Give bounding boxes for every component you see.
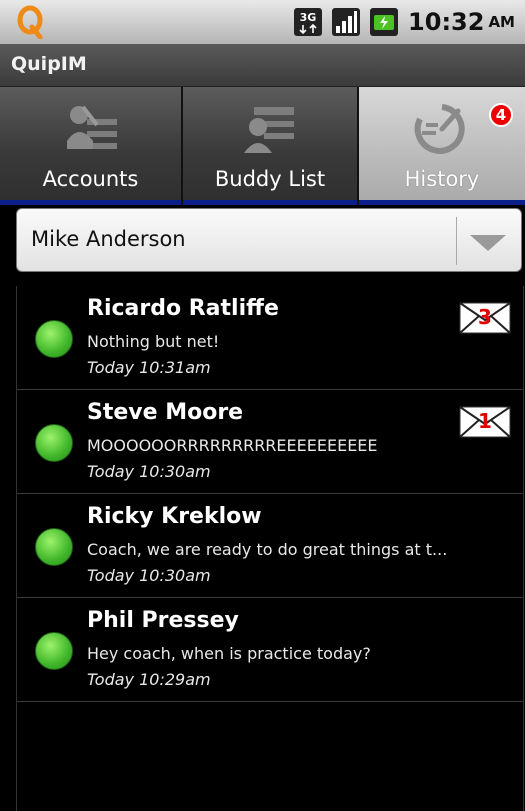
tab-history[interactable]: 4 History	[359, 87, 525, 205]
message-time: Today 10:31am	[87, 358, 211, 377]
tab-history-label: History	[404, 167, 480, 191]
app-title: QuipIM	[11, 53, 87, 75]
tab-buddy-list-label: Buddy List	[214, 167, 326, 191]
online-status-icon	[35, 320, 73, 358]
contact-name: Ricardo Ratliffe	[87, 296, 279, 321]
account-selector-value: Mike Anderson	[31, 227, 186, 251]
contact-name: Steve Moore	[87, 400, 244, 425]
account-selector[interactable]: Mike Anderson	[16, 208, 522, 272]
svg-text:3G: 3G	[300, 11, 317, 24]
history-row[interactable]: Ricky Kreklow Coach, we are ready to do …	[17, 494, 523, 598]
message-time: Today 10:30am	[87, 462, 211, 481]
last-message: Hey coach, when is practice today?	[87, 644, 371, 663]
tab-buddy-list[interactable]: Buddy List	[183, 87, 359, 205]
tab-underline	[0, 200, 181, 205]
history-row[interactable]: Ricardo Ratliffe Nothing but net! Today …	[17, 286, 523, 390]
accounts-icon	[66, 105, 117, 149]
message-time: Today 10:30am	[87, 566, 211, 585]
last-message: MOOOOOORRRRRRRRREEEEEEEEEE	[87, 436, 378, 455]
app-title-bar: QuipIM	[0, 44, 525, 87]
history-row[interactable]: Steve Moore MOOOOOORRRRRRRRREEEEEEEEEE T…	[17, 390, 523, 494]
history-icon	[414, 104, 465, 154]
tab-accounts-label: Accounts	[42, 167, 139, 191]
3g-network-icon: 3G	[294, 8, 323, 36]
tab-accounts[interactable]: Accounts	[0, 87, 183, 205]
battery-charging-icon	[370, 8, 399, 36]
unread-count: 3	[478, 305, 492, 329]
online-status-icon	[35, 528, 73, 566]
buddy-list-icon	[244, 107, 294, 153]
unread-mail-icon: 1	[459, 406, 511, 438]
tab-bar: Accounts Buddy List 4 History	[0, 87, 525, 205]
tab-underline	[183, 200, 357, 205]
unread-mail-icon: 3	[459, 302, 511, 334]
signal-strength-icon	[332, 8, 361, 36]
clock-time: 10:32	[408, 8, 485, 36]
contact-name: Ricky Kreklow	[87, 504, 262, 529]
tab-underline	[359, 200, 525, 205]
history-unread-badge: 4	[489, 103, 513, 127]
dropdown-divider	[456, 217, 457, 265]
quipim-notification-icon	[17, 5, 43, 39]
unread-count: 1	[478, 409, 492, 433]
last-message: Nothing but net!	[87, 332, 220, 351]
online-status-icon	[35, 632, 73, 670]
last-message: Coach, we are ready to do great things a…	[87, 540, 448, 559]
message-time: Today 10:29am	[87, 670, 211, 689]
contact-name: Phil Pressey	[87, 608, 239, 633]
history-row[interactable]: Phil Pressey Hey coach, when is practice…	[17, 598, 523, 702]
clock-ampm: AM	[488, 13, 515, 31]
online-status-icon	[35, 424, 73, 462]
chevron-down-icon[interactable]	[470, 235, 506, 251]
status-bar: 3G 10:32 AM	[0, 0, 525, 44]
history-list: Ricardo Ratliffe Nothing but net! Today …	[16, 286, 524, 811]
